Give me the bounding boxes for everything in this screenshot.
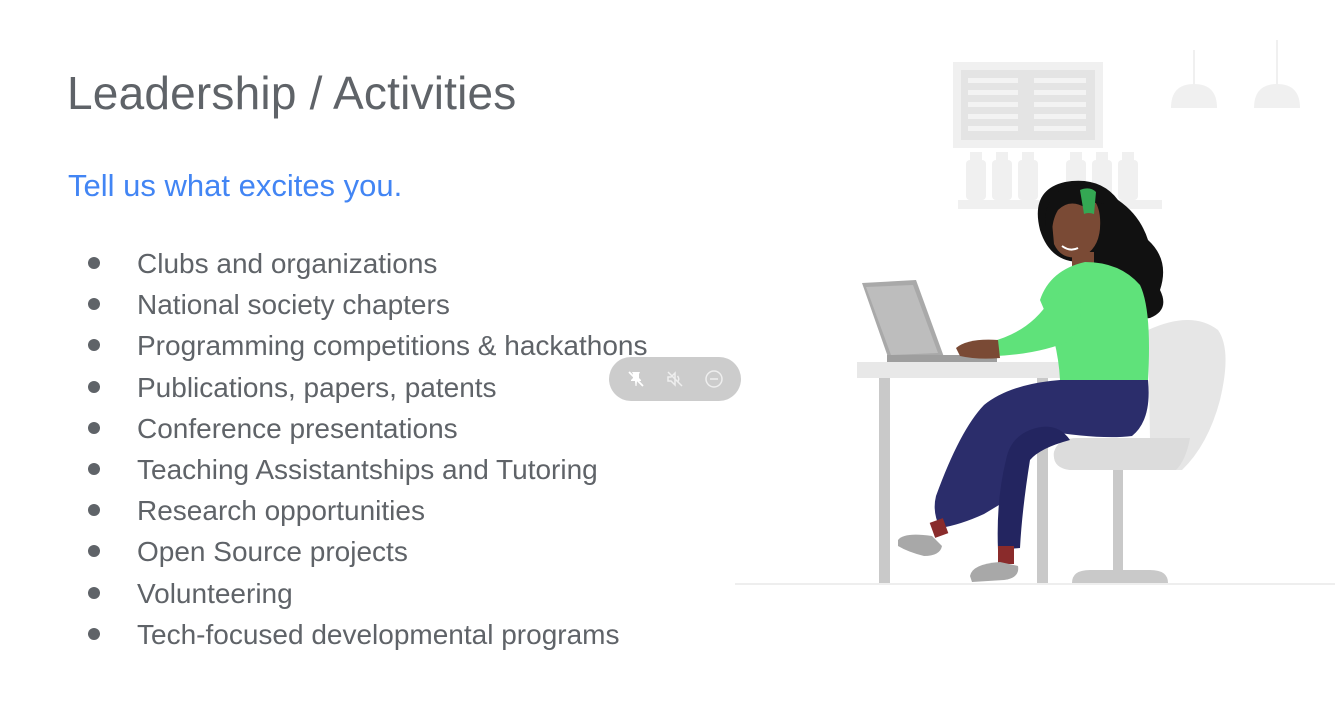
bullet-icon bbox=[88, 586, 100, 599]
slide: Leadership / Activities Tell us what exc… bbox=[0, 0, 1337, 707]
bullet-icon bbox=[88, 504, 100, 517]
list-item-text: Volunteering bbox=[137, 577, 293, 609]
bullet-icon bbox=[88, 421, 100, 434]
bullet-icon bbox=[88, 627, 100, 640]
bullet-icon bbox=[88, 380, 100, 393]
bullet-icon bbox=[88, 462, 100, 475]
pendant-lamp-icon bbox=[1171, 40, 1300, 108]
woman-laptop-illustration bbox=[735, 40, 1335, 585]
list-item-text: National society chapters bbox=[137, 289, 450, 321]
bullet-icon bbox=[88, 257, 100, 269]
list-item-text: Tech-focused developmental programs bbox=[137, 618, 620, 650]
slide-subtitle: Tell us what excites you. bbox=[68, 168, 403, 203]
bullet-icon bbox=[88, 545, 100, 558]
list-item-text: Teaching Assistantships and Tutoring bbox=[137, 453, 598, 485]
list-item-text: Research opportunities bbox=[137, 495, 425, 527]
floor-line bbox=[735, 583, 1335, 585]
list-item-text: Clubs and organizations bbox=[137, 248, 438, 279]
mute-button[interactable] bbox=[661, 365, 689, 393]
pin-off-icon bbox=[628, 371, 644, 387]
minimize-icon bbox=[704, 370, 723, 388]
list-item-text: Conference presentations bbox=[137, 412, 458, 444]
bullet-icon bbox=[88, 339, 100, 352]
list-item-text: Publications, papers, patents bbox=[137, 371, 497, 403]
slide-title: Leadership / Activities bbox=[67, 67, 517, 119]
woman-figure bbox=[898, 180, 1164, 582]
list-item-text: Open Source projects bbox=[137, 536, 408, 568]
list-item-text: Programming competitions & hackathons bbox=[137, 330, 648, 362]
minimize-button[interactable] bbox=[700, 365, 728, 393]
bullet-icon bbox=[88, 298, 100, 311]
media-control-bar bbox=[609, 357, 741, 401]
mute-icon bbox=[667, 371, 683, 387]
menu-board-icon bbox=[953, 62, 1103, 148]
pin-off-button[interactable] bbox=[622, 365, 650, 393]
